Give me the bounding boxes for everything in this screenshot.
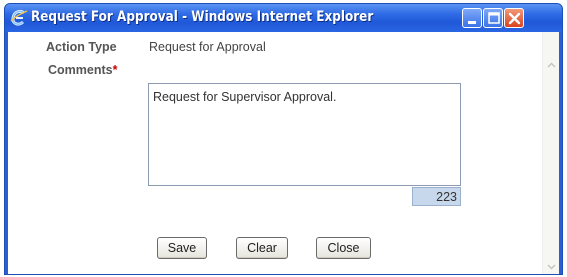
dialog-content: Action Type Request for Approval Comment… bbox=[8, 32, 559, 274]
action-type-label: Action Type bbox=[46, 40, 117, 54]
window-title: Request For Approval - Windows Internet … bbox=[31, 9, 374, 25]
close-button[interactable]: Close bbox=[316, 237, 371, 259]
comments-label: Comments* bbox=[48, 63, 117, 77]
close-icon bbox=[508, 12, 521, 25]
maximize-icon bbox=[488, 12, 500, 24]
minimize-button[interactable] bbox=[462, 8, 482, 28]
internet-explorer-icon bbox=[10, 9, 28, 27]
comments-field[interactable]: Request for Supervisor Approval. bbox=[148, 83, 461, 186]
vertical-scrollbar[interactable] bbox=[542, 32, 559, 274]
comments-label-text: Comments bbox=[48, 63, 113, 77]
required-mark: * bbox=[112, 63, 118, 77]
scroll-up-icon[interactable] bbox=[545, 59, 558, 72]
minimize-icon bbox=[468, 21, 476, 24]
clear-button[interactable]: Clear bbox=[236, 237, 288, 259]
scroll-down-icon[interactable] bbox=[545, 260, 558, 273]
browser-window: Request For Approval - Windows Internet … bbox=[4, 3, 563, 275]
close-window-button[interactable] bbox=[504, 8, 524, 28]
maximize-button[interactable] bbox=[483, 8, 503, 28]
character-counter: 223 bbox=[412, 187, 461, 206]
title-bar[interactable]: Request For Approval - Windows Internet … bbox=[5, 4, 562, 32]
action-type-value: Request for Approval bbox=[149, 40, 266, 54]
save-button[interactable]: Save bbox=[157, 237, 207, 259]
